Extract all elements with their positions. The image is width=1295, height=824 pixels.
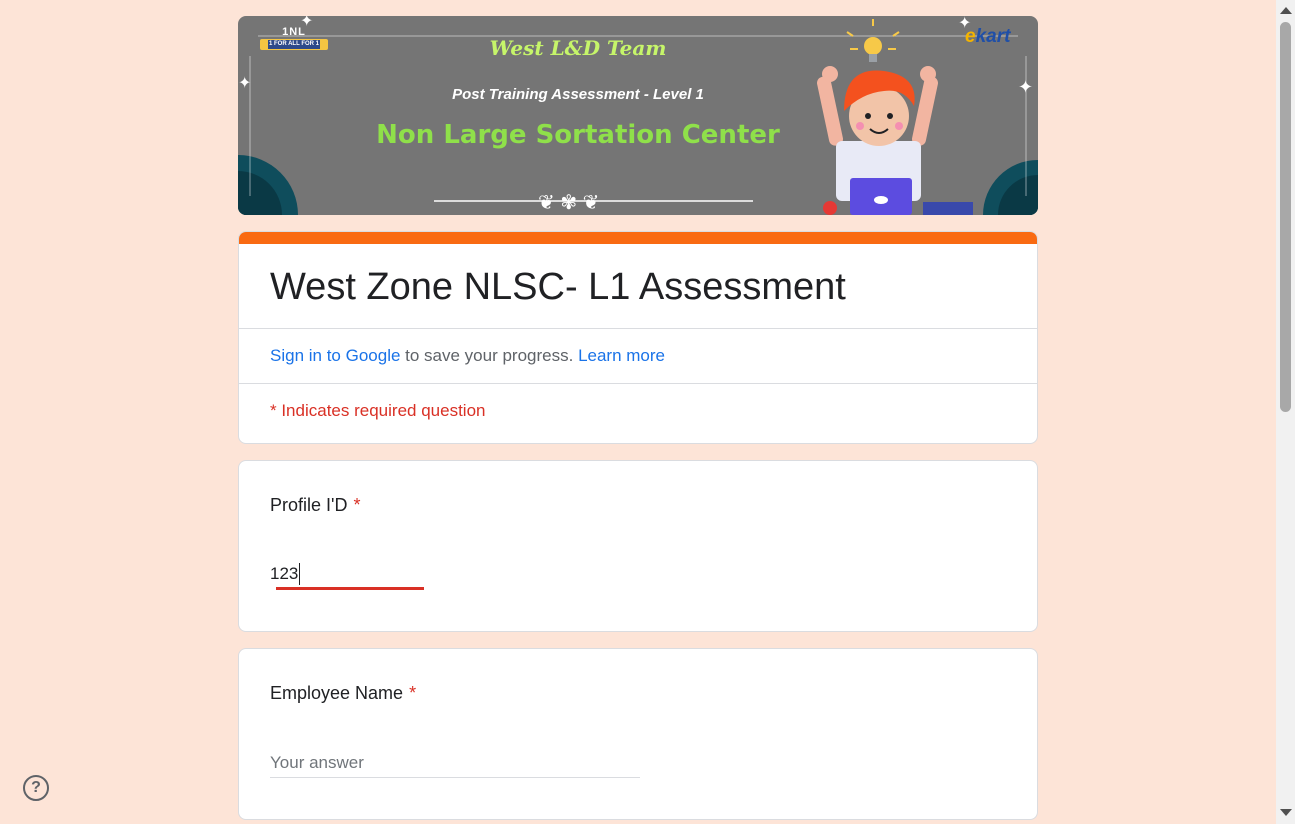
banner-subtitle: Post Training Assessment - Level 1 [452, 86, 704, 103]
learn-more-link[interactable]: Learn more [578, 346, 665, 365]
scroll-up-arrow-icon[interactable] [1280, 7, 1292, 14]
required-note: * Indicates required question [239, 383, 1037, 443]
text-cursor [299, 563, 300, 585]
profile-id-input[interactable] [270, 561, 420, 587]
help-icon[interactable]: ? [23, 775, 49, 801]
header-banner: ✦ ✦ ✦ ✦ ❦ ✾ ❦ 1NL 1 FOR ALL FOR 1 ekart … [238, 16, 1038, 215]
banner-center: Non Large Sortation Center [376, 120, 780, 150]
employee-name-input[interactable] [270, 750, 640, 776]
form-title: West Zone NLSC- L1 Assessment [270, 266, 846, 308]
input-underline-focused [276, 587, 424, 590]
title-accent-bar [239, 232, 1037, 244]
page-scrollbar[interactable] [1276, 0, 1295, 824]
svg-text:✦: ✦ [1018, 77, 1033, 97]
signin-link[interactable]: Sign in to Google [270, 346, 400, 365]
input-underline [270, 777, 640, 778]
signin-text: to save your progress. [400, 346, 579, 365]
question-label: Employee Name * [270, 683, 417, 703]
scrollbar-thumb[interactable] [1280, 22, 1291, 412]
question-employee-name: Employee Name * [238, 648, 1038, 820]
form-header-card: West Zone NLSC- L1 Assessment Sign in to… [238, 231, 1038, 444]
required-asterisk: * [409, 683, 417, 703]
scroll-down-arrow-icon[interactable] [1280, 809, 1292, 816]
required-asterisk: * [353, 495, 361, 515]
svg-text:❦ ✾ ❦: ❦ ✾ ❦ [538, 192, 599, 214]
question-profile-id: Profile I'D * [238, 460, 1038, 632]
question-label: Profile I'D * [270, 495, 361, 515]
signin-row: Sign in to Google to save your progress.… [239, 328, 1037, 383]
ekart-logo: ekart [965, 26, 1011, 47]
banner-team: West L&D Team [489, 36, 667, 60]
form-column: ✦ ✦ ✦ ✦ ❦ ✾ ❦ 1NL 1 FOR ALL FOR 1 ekart … [238, 16, 1038, 820]
